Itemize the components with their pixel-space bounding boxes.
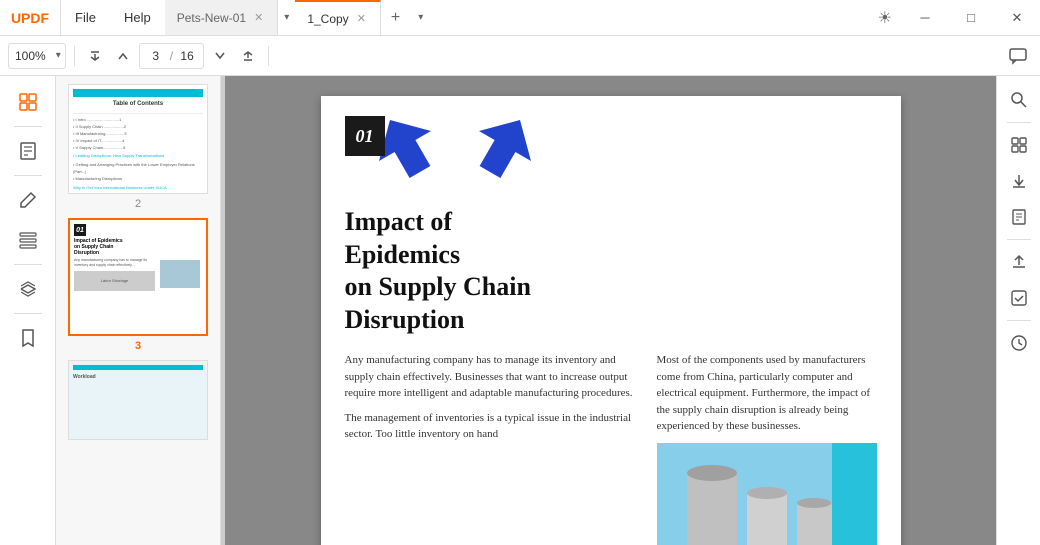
right-sep-2: [1007, 239, 1031, 240]
body-text-1: Any manufacturing company has to manage …: [345, 352, 641, 402]
main-heading: Impact of Epidemics on Supply Chain Disr…: [345, 206, 877, 336]
thumbnail-page-3-img: 01 Impact of Epidemicson Supply ChainDis…: [68, 218, 208, 336]
import-icon[interactable]: [1003, 165, 1035, 197]
thumbnails-icon[interactable]: [10, 84, 46, 120]
thumb-page-num-3: 3: [135, 340, 141, 352]
tab-close-2[interactable]: ✕: [355, 10, 368, 27]
menu-bar: File Help: [60, 0, 165, 35]
arrows-graphic: [365, 106, 545, 201]
sidebar-sep-4: [14, 313, 42, 314]
sidebar-sep-1: [14, 126, 42, 127]
thumbnail-page-3[interactable]: 01 Impact of Epidemicson Supply ChainDis…: [64, 218, 212, 352]
zoom-control: 100% ▾: [8, 43, 66, 69]
clock-icon[interactable]: [1003, 327, 1035, 359]
thumbnail-page-4-img: Workload: [68, 360, 208, 440]
body-text-2: The management of inventories is a typic…: [345, 410, 641, 443]
annotation-list-icon[interactable]: [10, 133, 46, 169]
right-sep-1: [1007, 122, 1031, 123]
thumbnail-page-2-img: Table of Contents • I Intro ............…: [68, 84, 208, 194]
thumbnail-page3-content: 01 Impact of Epidemicson Supply ChainDis…: [70, 220, 206, 295]
weather-icon: ☀: [868, 8, 902, 28]
pdf-page: 01 Impact of Epidemics: [321, 96, 901, 545]
tab-1-copy[interactable]: 1_Copy ✕: [295, 0, 381, 35]
export-file-icon[interactable]: [1003, 201, 1035, 233]
toolbar-sep-1: [74, 46, 75, 66]
window-controls: ─ □ ✕: [902, 0, 1040, 35]
thumbnail-page-4[interactable]: Workload: [64, 360, 212, 440]
right-sep-3: [1007, 320, 1031, 321]
nav-first-button[interactable]: [83, 42, 107, 70]
bookmark2-icon[interactable]: [10, 320, 46, 356]
maximize-button[interactable]: □: [948, 0, 994, 35]
thumbnail-page-2[interactable]: Table of Contents • I Intro ............…: [64, 84, 212, 210]
page-badge: 01: [345, 116, 385, 156]
search-icon[interactable]: [1003, 84, 1035, 116]
page-control: 3 / 16: [139, 43, 204, 69]
layers-icon[interactable]: [10, 271, 46, 307]
tab-dropdown-1[interactable]: ▾: [278, 12, 295, 23]
pdf-viewer: 01 Impact of Epidemics: [225, 76, 996, 545]
tab-add-button[interactable]: +: [381, 9, 410, 27]
comment-button[interactable]: [1004, 42, 1032, 70]
toolbar-sep-2: [268, 46, 269, 66]
section-image: [657, 443, 877, 545]
tab-pets-new-01[interactable]: Pets-New-01 ✕: [165, 0, 279, 35]
two-col-content: Any manufacturing company has to manage …: [345, 352, 877, 545]
close-button[interactable]: ✕: [994, 0, 1040, 35]
tab-close-1[interactable]: ✕: [252, 9, 265, 26]
minimize-button[interactable]: ─: [902, 0, 948, 35]
sidebar-sep-3: [14, 264, 42, 265]
tabs-area: Pets-New-01 ✕ ▾ 1_Copy ✕ + ▾: [165, 0, 868, 35]
app-logo: UPDF: [0, 10, 60, 26]
nav-next-button[interactable]: [208, 42, 232, 70]
thumbnail-toc-content: Table of Contents • I Intro ............…: [69, 85, 207, 194]
sidebar-sep-2: [14, 175, 42, 176]
right-column: Most of the components used by manufactu…: [657, 352, 877, 545]
body-text-3: Most of the components used by manufactu…: [657, 352, 877, 435]
menu-help[interactable]: Help: [110, 0, 165, 35]
zoom-dropdown-button[interactable]: ▾: [52, 44, 65, 68]
share-icon[interactable]: [1003, 246, 1035, 278]
tab-list-dropdown[interactable]: ▾: [410, 12, 431, 23]
right-sidebar: [996, 76, 1040, 545]
page-total: 16: [177, 49, 197, 63]
page-separator: /: [170, 49, 173, 63]
properties-icon[interactable]: [1003, 129, 1035, 161]
organize-icon[interactable]: [10, 222, 46, 258]
edit-icon[interactable]: [10, 182, 46, 218]
thumb-page-num-2: 2: [135, 198, 141, 210]
zoom-value: 100%: [9, 49, 52, 63]
nav-prev-button[interactable]: [111, 42, 135, 70]
toolbar: 100% ▾ 3 / 16: [0, 36, 1040, 76]
nav-last-button[interactable]: [236, 42, 260, 70]
toolbar-right: [1004, 42, 1032, 70]
menu-file[interactable]: File: [61, 0, 110, 35]
check-mark-icon[interactable]: [1003, 282, 1035, 314]
left-column: Any manufacturing company has to manage …: [345, 352, 641, 545]
main-content: Table of Contents • I Intro ............…: [0, 76, 1040, 545]
left-sidebar: [0, 76, 56, 545]
thumbnail-panel: Table of Contents • I Intro ............…: [56, 76, 221, 545]
pdf-content: 01 Impact of Epidemics: [321, 96, 901, 545]
title-bar: UPDF File Help Pets-New-01 ✕ ▾ 1_Copy ✕ …: [0, 0, 1040, 36]
page-current[interactable]: 3: [146, 49, 166, 63]
